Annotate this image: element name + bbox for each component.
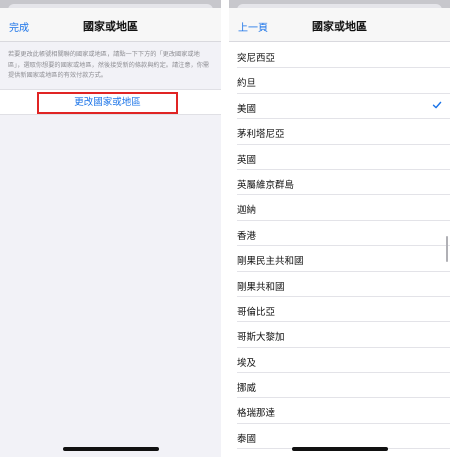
country-list: 突尼西亞約旦美國茅利塔尼亞英國英屬維京群島 迦納香港剛果民主共和國 剛果共和國哥倫比… <box>229 43 450 457</box>
country-list-item[interactable]: 哥斯大黎加 <box>237 322 450 348</box>
country-name: 剛果共和國 <box>237 281 285 293</box>
country-list-item[interactable]: 英國 <box>237 145 450 170</box>
checkmark-icon <box>432 101 442 109</box>
country-name: 埃及 <box>237 357 257 369</box>
nav-bar: 完成 國家或地區 <box>0 8 221 42</box>
country-list-item[interactable]: 突尼西亞 <box>237 43 450 69</box>
country-list-item[interactable]: 埃及 <box>237 348 450 374</box>
home-indicator <box>291 447 388 451</box>
change-country-button[interactable]: 更改國家或地區 <box>37 92 178 114</box>
sheet-backdrop <box>229 0 450 10</box>
home-indicator <box>62 447 159 451</box>
country-name: 哥斯大黎加 <box>237 332 285 344</box>
country-list-item[interactable]: 茅利塔尼亞 <box>237 119 450 145</box>
country-list-item[interactable]: 格瑞那達 <box>237 398 450 424</box>
country-name: 哥倫比亞 <box>237 306 276 318</box>
page-title: 國家或地區 <box>312 20 367 33</box>
country-list-item[interactable]: 香港 <box>237 221 450 247</box>
country-list-item[interactable]: 迦納 <box>237 195 450 221</box>
country-name: 突尼西亞 <box>237 53 276 64</box>
country-name: 茅利塔尼亞 <box>237 129 285 141</box>
country-list-item[interactable]: 英屬維京群島 <box>237 170 450 196</box>
left-screen: 完成 國家或地區 若要更改此帳號相關聯的國家或地區，請點一下下方的「更改國家或地… <box>0 0 221 457</box>
country-name: 挪威 <box>237 383 257 395</box>
country-list-item[interactable]: 剛果民主共和國 <box>237 246 450 272</box>
country-name: 泰國 <box>237 433 257 445</box>
screen-divider <box>221 0 229 457</box>
page-title: 國家或地區 <box>83 20 138 33</box>
country-name: 迦納 <box>237 205 257 217</box>
country-list-item[interactable]: 剛果共和國 <box>237 272 450 297</box>
country-name: 香港 <box>237 230 257 242</box>
country-name: 英國 <box>237 154 257 166</box>
scroll-indicator[interactable] <box>446 236 448 262</box>
sheet-backdrop <box>0 0 221 10</box>
right-screen: 上一頁 國家或地區 突尼西亞約旦美國茅利塔尼亞英國英屬維京群島 迦納香港剛果民主共… <box>229 0 450 457</box>
country-list-item[interactable]: 哥倫比亞 <box>237 297 450 323</box>
nav-bar: 上一頁 國家或地區 <box>229 8 450 42</box>
country-name: 英屬維京群島 <box>237 179 295 191</box>
country-change-description: 若要更改此帳號相關聯的國家或地區，請點一下下方的「更改國家或地區」，選取你想要的… <box>8 51 210 79</box>
country-list-item[interactable]: 挪威 <box>237 373 450 399</box>
country-name: 約旦 <box>237 78 257 90</box>
country-name: 剛果民主共和國 <box>237 256 304 268</box>
country-list-item[interactable]: 美國 <box>237 94 450 120</box>
country-list-item[interactable]: 泰國 <box>237 424 450 450</box>
country-name: 格瑞那達 <box>237 408 276 420</box>
country-list-item[interactable]: 約旦 <box>237 68 450 94</box>
change-country-row: 更改國家或地區 <box>0 89 221 115</box>
country-name: 美國 <box>237 103 257 115</box>
